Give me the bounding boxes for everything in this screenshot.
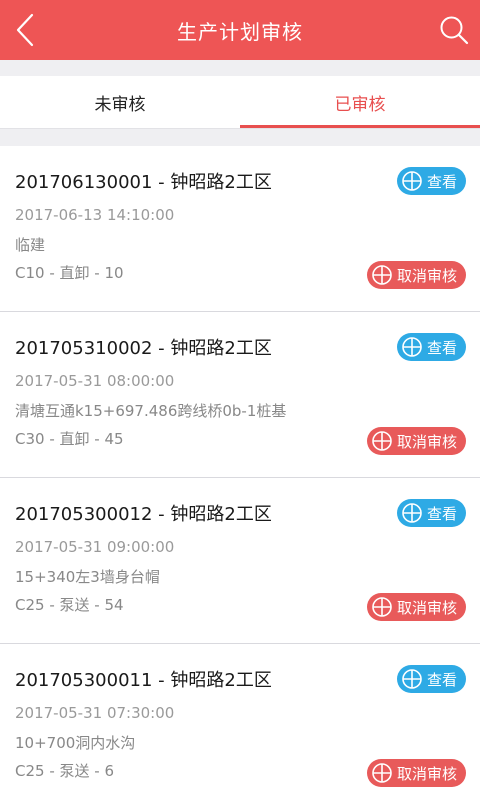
crosshair-icon [371, 762, 393, 784]
spacer [0, 60, 480, 76]
crosshair-icon [401, 668, 423, 690]
plan-code: 201705300011 - 钟昭路2工区 [15, 670, 272, 691]
app-header: 生产计划审核 [0, 0, 480, 60]
plan-list: 201706130001 - 钟昭路2工区 查看 2017-06-13 14:1… [0, 146, 480, 800]
plan-time: 2017-05-31 07:30:00 [15, 704, 175, 722]
plan-code: 201706130001 - 钟昭路2工区 [15, 172, 272, 193]
plan-spec: C25 - 泵送 - 6 [15, 762, 115, 780]
cancel-review-button[interactable]: 取消审核 [366, 427, 466, 455]
cancel-review-label: 取消审核 [396, 266, 457, 285]
tab-reviewed[interactable]: 已审核 [240, 76, 480, 128]
crosshair-icon [371, 596, 393, 618]
crosshair-icon [401, 502, 423, 524]
cancel-review-label: 取消审核 [396, 598, 457, 617]
cancel-review-button[interactable]: 取消审核 [366, 593, 466, 621]
crosshair-icon [371, 264, 393, 286]
plan-spec: C25 - 泵送 - 54 [15, 596, 124, 614]
search-icon [440, 16, 469, 45]
page-title: 生产计划审核 [177, 19, 303, 44]
plan-code: 201705300012 - 钟昭路2工区 [15, 504, 272, 525]
crosshair-icon [401, 170, 423, 192]
tab-bar: 未审核 已审核 [0, 76, 480, 128]
plan-code: 201705310002 - 钟昭路2工区 [15, 338, 272, 359]
plan-spec: C30 - 直卸 - 45 [15, 430, 124, 448]
list-item: 201705310002 - 钟昭路2工区 查看 2017-05-31 08:0… [0, 312, 480, 478]
cancel-review-button[interactable]: 取消审核 [366, 261, 466, 289]
list-item: 201705300011 - 钟昭路2工区 查看 2017-05-31 07:3… [0, 644, 480, 800]
plan-part: 清塘互通k15+697.486跨线桥0b-1桩基 [15, 402, 287, 420]
cancel-review-label: 取消审核 [396, 764, 457, 783]
tab-unreviewed[interactable]: 未审核 [0, 76, 240, 128]
view-label: 查看 [426, 172, 457, 191]
search-button[interactable] [436, 12, 472, 48]
cancel-review-label: 取消审核 [396, 432, 457, 451]
plan-time: 2017-06-13 14:10:00 [15, 206, 175, 224]
crosshair-icon [401, 336, 423, 358]
list-item: 201706130001 - 钟昭路2工区 查看 2017-06-13 14:1… [0, 146, 480, 312]
list-item: 201705300012 - 钟昭路2工区 查看 2017-05-31 09:0… [0, 478, 480, 644]
plan-part: 10+700洞内水沟 [15, 734, 136, 752]
cancel-review-button[interactable]: 取消审核 [366, 759, 466, 787]
view-button[interactable]: 查看 [396, 167, 466, 195]
view-label: 查看 [426, 670, 457, 689]
back-button[interactable] [10, 12, 40, 48]
spacer [0, 128, 480, 146]
view-button[interactable]: 查看 [396, 333, 466, 361]
view-button[interactable]: 查看 [396, 499, 466, 527]
plan-part: 临建 [15, 236, 46, 254]
plan-time: 2017-05-31 08:00:00 [15, 372, 175, 390]
plan-spec: C10 - 直卸 - 10 [15, 264, 124, 282]
view-button[interactable]: 查看 [396, 665, 466, 693]
view-label: 查看 [426, 504, 457, 523]
chevron-left-icon [16, 13, 34, 47]
crosshair-icon [371, 430, 393, 452]
plan-time: 2017-05-31 09:00:00 [15, 538, 175, 556]
plan-part: 15+340左3墙身台帽 [15, 568, 160, 586]
view-label: 查看 [426, 338, 457, 357]
